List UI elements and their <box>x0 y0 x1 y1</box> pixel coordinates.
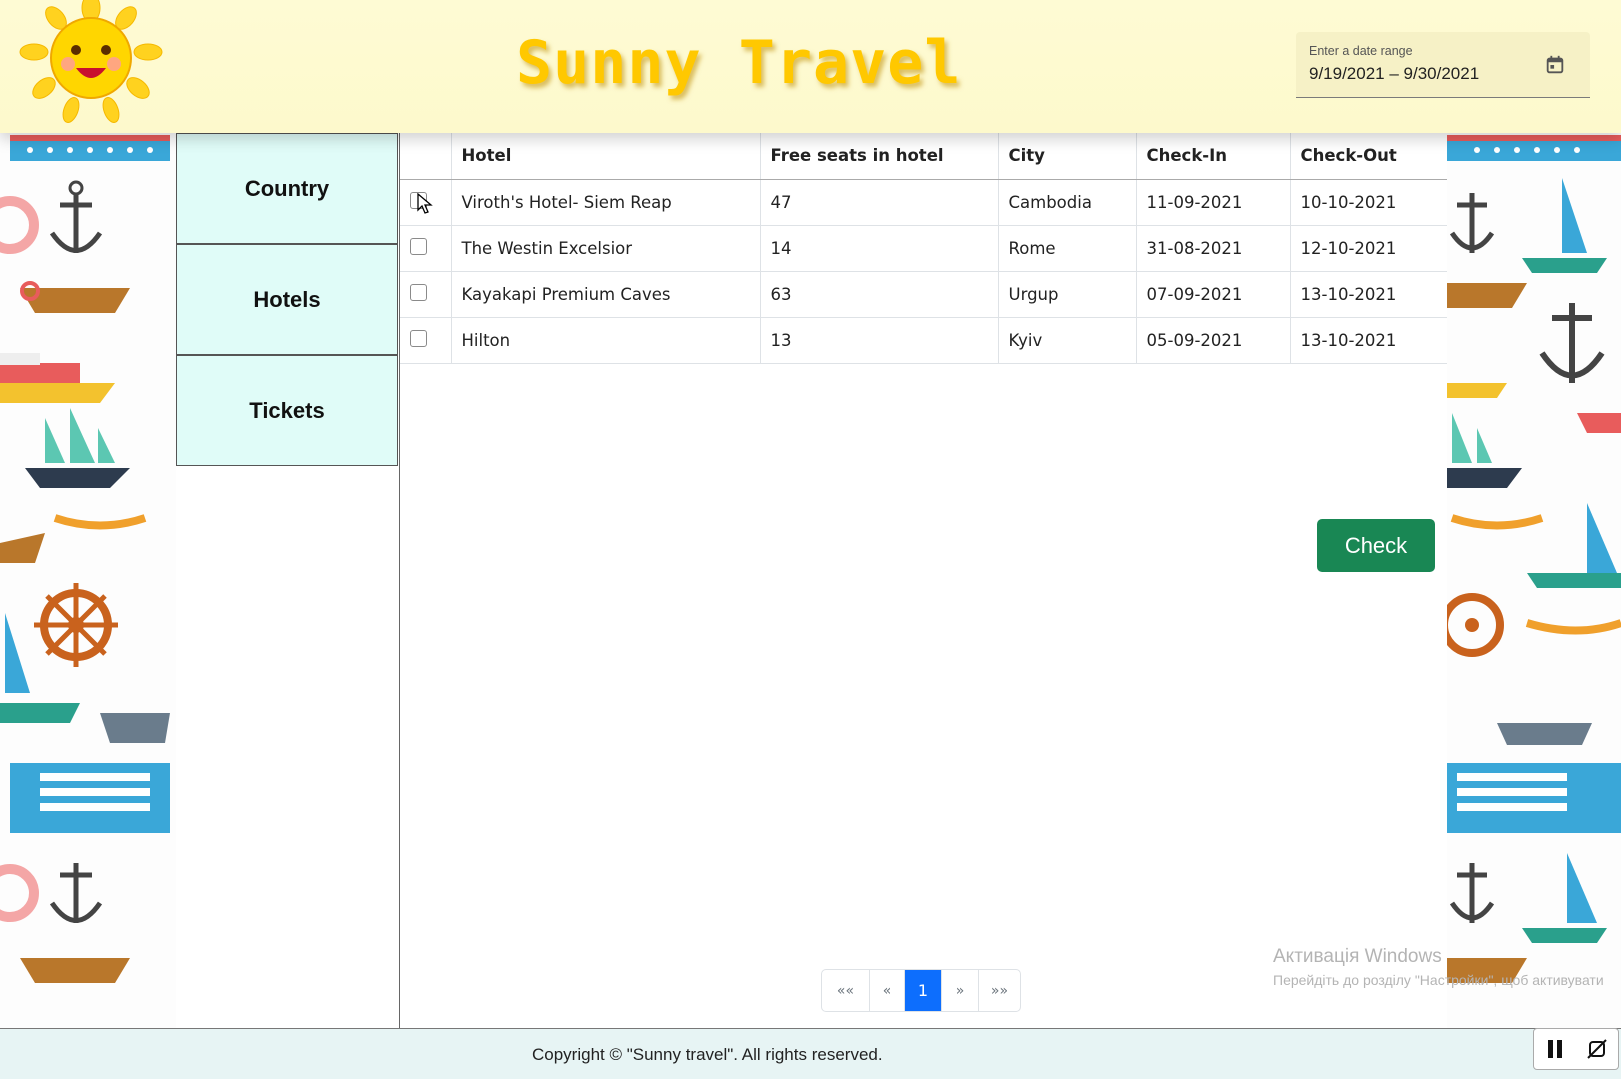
check-out-cell: 13-10-2021 <box>1289 271 1447 318</box>
pagination-first-button[interactable]: «« <box>822 970 869 1011</box>
column-header-check-out: Check-Out <box>1289 133 1447 180</box>
sidebar-nav: Country Hotels Tickets <box>176 133 400 1028</box>
date-range-field[interactable]: Enter a date range 9/19/2021 – 9/30/2021 <box>1296 32 1590 98</box>
column-header-city: City <box>997 133 1136 180</box>
check-in-cell: 11-09-2021 <box>1135 179 1290 226</box>
mouse-cursor-icon <box>417 193 433 214</box>
date-range-label: Enter a date range <box>1309 44 1413 58</box>
table-row: The Westin Excelsior 14 Rome 31-08-2021 … <box>400 225 1447 272</box>
column-header-select <box>400 133 451 180</box>
hotel-cell: The Westin Excelsior <box>450 225 760 272</box>
check-out-cell: 10-10-2021 <box>1289 179 1447 226</box>
check-in-cell: 31-08-2021 <box>1135 225 1290 272</box>
check-out-cell: 12-10-2021 <box>1289 225 1447 272</box>
check-in-cell: 07-09-2021 <box>1135 271 1290 318</box>
column-header-hotel: Hotel <box>450 133 760 180</box>
pagination: «« « 1 » »» <box>821 969 1021 1012</box>
hotel-cell: Viroth's Hotel- Siem Reap <box>450 179 760 226</box>
table-row: Viroth's Hotel- Siem Reap 47 Cambodia 11… <box>400 179 1447 226</box>
windows-activation-title: Активація Windows <box>1273 946 1442 967</box>
check-in-cell: 05-09-2021 <box>1135 317 1290 364</box>
sidebar-item-tickets[interactable]: Tickets <box>176 355 398 466</box>
site-footer: Copyright © "Sunny travel". All rights r… <box>0 1028 1621 1079</box>
free-seats-cell: 13 <box>759 317 998 364</box>
pause-icon[interactable] <box>1544 1037 1566 1061</box>
column-header-check-in: Check-In <box>1135 133 1290 180</box>
copyright-text: Copyright © "Sunny travel". All rights r… <box>532 1045 883 1064</box>
media-controls <box>1533 1028 1619 1070</box>
sun-logo-icon <box>19 0 163 123</box>
site-header: Sunny Travel Enter a date range 9/19/202… <box>0 0 1621 133</box>
city-cell: Kyiv <box>997 317 1136 364</box>
city-cell: Urgup <box>997 271 1136 318</box>
hotel-cell: Kayakapi Premium Caves <box>450 271 760 318</box>
check-button[interactable]: Check <box>1317 519 1435 572</box>
table-header-row: Hotel Free seats in hotel City Check-In … <box>400 133 1447 180</box>
nautical-pattern-left-icon <box>0 135 170 983</box>
table-row: Hilton 13 Kyiv 05-09-2021 13-10-2021 <box>400 317 1447 364</box>
hotels-table: Hotel Free seats in hotel City Check-In … <box>400 133 1447 364</box>
column-header-free-seats: Free seats in hotel <box>759 133 998 180</box>
row-checkbox[interactable] <box>410 283 427 301</box>
sidebar-item-hotels[interactable]: Hotels <box>176 244 398 355</box>
table-row: Kayakapi Premium Caves 63 Urgup 07-09-20… <box>400 271 1447 318</box>
sidebar-item-country[interactable]: Country <box>176 133 398 244</box>
calendar-icon[interactable] <box>1544 54 1566 76</box>
nautical-pattern-right-icon <box>1447 135 1621 983</box>
pagination-last-button[interactable]: »» <box>978 970 1020 1011</box>
city-cell: Rome <box>997 225 1136 272</box>
pagination-next-button[interactable]: » <box>941 970 978 1011</box>
site-title: Sunny Travel <box>516 28 962 98</box>
date-range-value[interactable]: 9/19/2021 – 9/30/2021 <box>1309 64 1479 84</box>
main-content: Hotel Free seats in hotel City Check-In … <box>400 133 1447 1028</box>
pagination-prev-button[interactable]: « <box>869 970 904 1011</box>
free-seats-cell: 14 <box>759 225 998 272</box>
free-seats-cell: 47 <box>759 179 998 226</box>
pagination-page-1-button[interactable]: 1 <box>904 970 941 1011</box>
check-out-cell: 13-10-2021 <box>1289 317 1447 364</box>
row-checkbox[interactable] <box>410 329 427 347</box>
windows-activation-subtitle: Перейдіть до розділу "Настройки", щоб ак… <box>1273 972 1604 988</box>
city-cell: Cambodia <box>997 179 1136 226</box>
free-seats-cell: 63 <box>759 271 998 318</box>
hide-camera-icon[interactable] <box>1585 1037 1609 1061</box>
row-checkbox[interactable] <box>410 237 427 255</box>
hotel-cell: Hilton <box>450 317 760 364</box>
